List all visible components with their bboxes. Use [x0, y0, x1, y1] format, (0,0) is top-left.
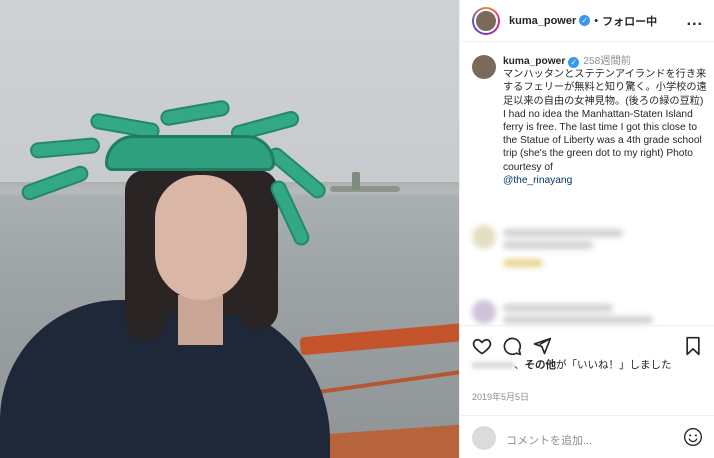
crown-spike	[29, 136, 101, 160]
header-username[interactable]: kuma_power	[509, 15, 576, 27]
likes-text: が「いいね！」しました	[556, 359, 672, 371]
post-date[interactable]: 2019年5月5日	[472, 390, 529, 403]
follow-button[interactable]: フォロー中	[602, 13, 657, 29]
comment-icon[interactable]	[502, 336, 522, 356]
heart-icon[interactable]	[472, 336, 492, 356]
crown-spike	[159, 99, 231, 127]
caption-username[interactable]: kuma_power	[503, 56, 565, 67]
share-icon[interactable]	[532, 336, 552, 356]
comment-avatar	[472, 426, 496, 450]
photo-statue-of-liberty	[352, 172, 360, 190]
photo-face	[155, 175, 247, 300]
post-side-panel: kuma_power ✓ • フォロー中 ... kuma_power ✓ 258週…	[459, 0, 714, 458]
post-photo[interactable]	[0, 0, 459, 458]
photo-liberty-island	[330, 186, 400, 192]
caption-mention[interactable]: @the_rinayang	[503, 175, 572, 186]
verified-icon: ✓	[568, 57, 580, 68]
likes-others[interactable]: その他	[525, 359, 557, 371]
photo-railing-bar	[310, 368, 459, 396]
comment-input[interactable]: コメントを追加...	[506, 432, 592, 448]
comment-box: コメントを追加...	[460, 415, 714, 458]
caption-avatar[interactable]	[472, 55, 496, 79]
avatar[interactable]	[472, 6, 500, 35]
likes-summary[interactable]: xxxxxxxx、その他が「いいね！」しました	[472, 358, 708, 373]
more-icon[interactable]: ...	[687, 12, 703, 30]
likes-user[interactable]: xxxxxxxx	[472, 359, 514, 371]
photo-neck	[178, 295, 223, 345]
post-header: kuma_power ✓ • フォロー中 ...	[460, 0, 714, 42]
bookmark-icon[interactable]	[683, 336, 703, 356]
photo-railing	[299, 322, 459, 356]
photo-jacket	[0, 300, 330, 458]
verified-icon: ✓	[579, 15, 591, 26]
caption-time[interactable]: 258週間前	[583, 56, 631, 67]
caption-text-en: I had no idea the Manhattan-Staten Islan…	[503, 108, 702, 173]
photo-crown-band	[105, 135, 275, 171]
emoji-icon[interactable]	[683, 427, 703, 447]
header-separator: •	[594, 14, 599, 27]
caption-text-ja: マンハッタンとステテンアイランドを行き来するフェリーが無料と知り驚く。小学校の遠…	[503, 69, 707, 107]
